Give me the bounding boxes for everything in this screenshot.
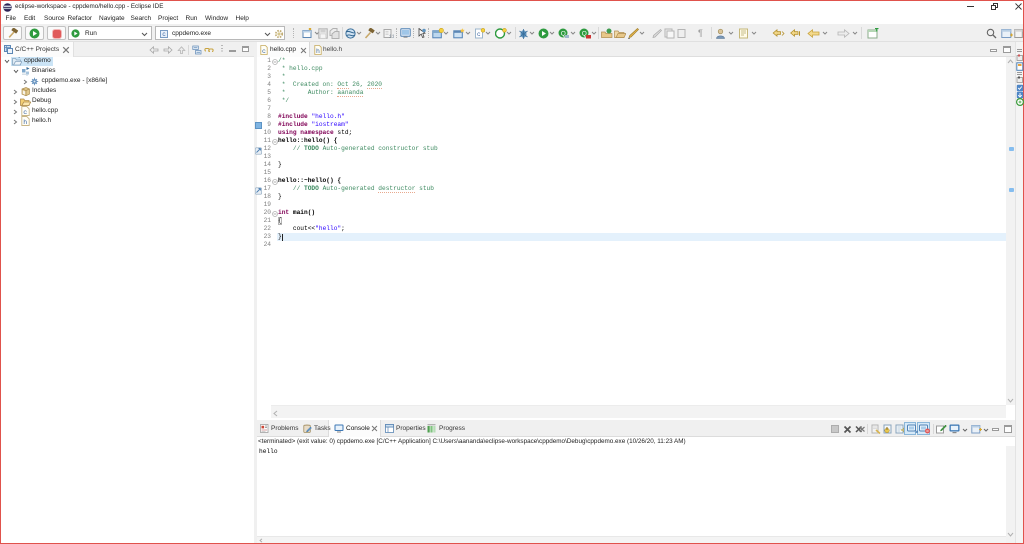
svg-text:c: c: [23, 109, 27, 116]
svg-text:c: c: [262, 48, 266, 55]
svg-text:c: c: [477, 31, 481, 38]
svg-text:h: h: [316, 48, 320, 55]
svg-text:11: 11: [389, 34, 394, 40]
svg-text:h: h: [23, 119, 27, 126]
